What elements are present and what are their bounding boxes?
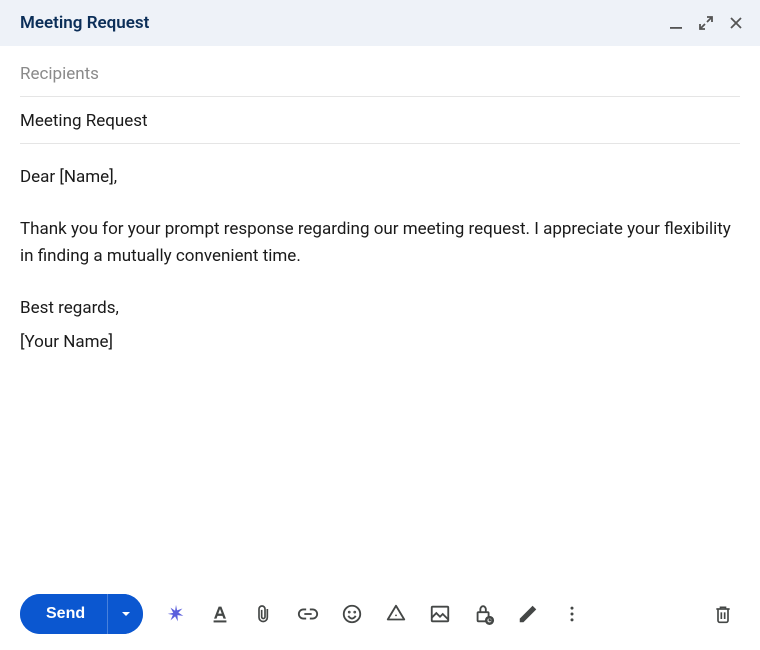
minimize-icon[interactable] — [668, 15, 684, 31]
compose-body[interactable]: Dear [Name], Thank you for your prompt r… — [0, 144, 760, 580]
more-icon[interactable] — [561, 603, 583, 625]
image-icon[interactable] — [429, 603, 451, 625]
emoji-icon[interactable] — [341, 603, 363, 625]
window-controls — [668, 15, 744, 31]
compose-toolbar: Send — [0, 580, 760, 650]
subject-value: Meeting Request — [20, 111, 148, 131]
body-closing: Best regards, — [20, 295, 740, 321]
send-button[interactable]: Send — [20, 594, 107, 634]
confidential-lock-icon[interactable] — [473, 603, 495, 625]
formatting-toolbar — [165, 603, 583, 625]
body-greeting: Dear [Name], — [20, 164, 740, 190]
recipients-field[interactable]: Recipients — [20, 50, 740, 97]
send-button-group: Send — [20, 594, 143, 634]
pen-icon[interactable] — [517, 603, 539, 625]
recipients-placeholder: Recipients — [20, 64, 99, 84]
send-more-options-button[interactable] — [107, 594, 143, 634]
close-icon[interactable] — [728, 15, 744, 31]
compose-fields: Recipients Meeting Request — [0, 46, 760, 144]
subject-field[interactable]: Meeting Request — [20, 97, 740, 144]
expand-icon[interactable] — [698, 15, 714, 31]
link-icon[interactable] — [297, 603, 319, 625]
delete-icon[interactable] — [712, 603, 734, 625]
drive-icon[interactable] — [385, 603, 407, 625]
body-paragraph-1: Thank you for your prompt response regar… — [20, 216, 740, 269]
compose-title: Meeting Request — [20, 13, 149, 33]
body-signature: [Your Name] — [20, 329, 740, 355]
chevron-down-icon — [121, 609, 131, 619]
compose-header: Meeting Request — [0, 0, 760, 46]
attach-icon[interactable] — [253, 603, 275, 625]
ai-sparkle-icon[interactable] — [165, 603, 187, 625]
text-format-icon[interactable] — [209, 603, 231, 625]
